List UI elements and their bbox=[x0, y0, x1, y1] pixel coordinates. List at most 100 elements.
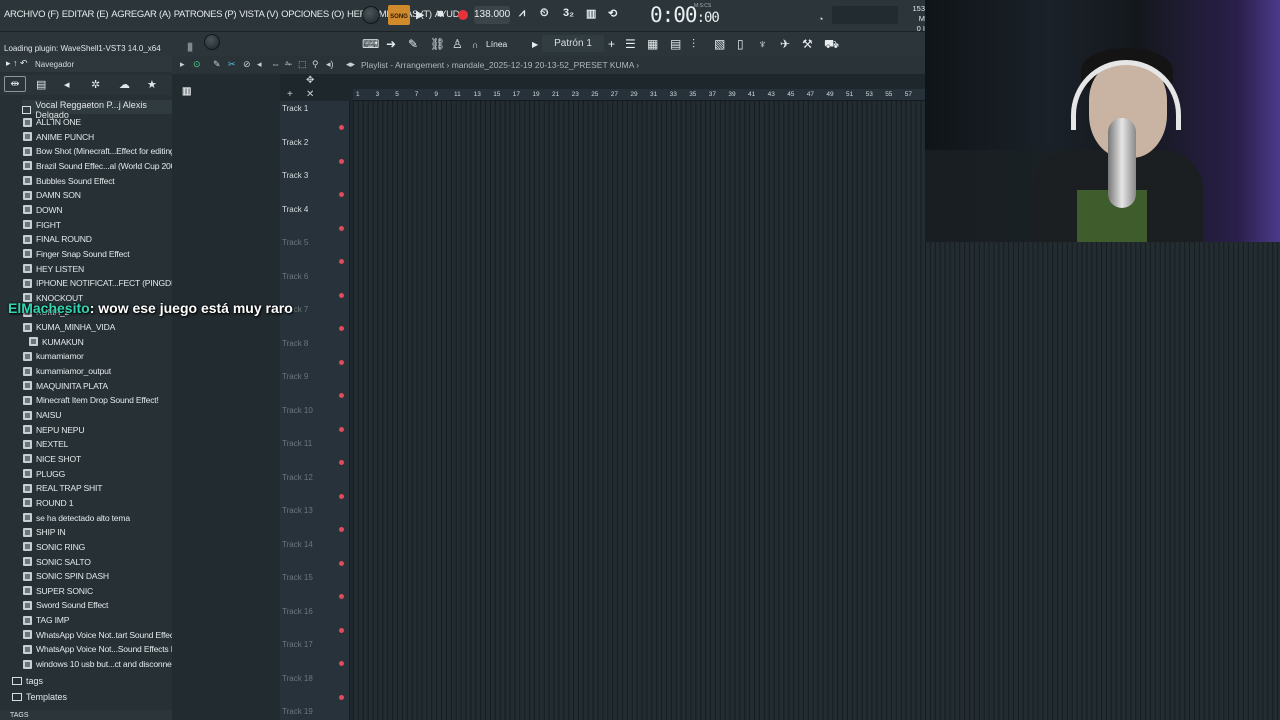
track-header[interactable]: Track 11 bbox=[282, 436, 348, 469]
select-tool-icon[interactable]: ⬚ bbox=[298, 59, 307, 70]
browser-file-item[interactable]: kumamiamor bbox=[23, 349, 84, 363]
mute-tool-icon[interactable]: ◂ bbox=[257, 59, 262, 70]
browser-file-item[interactable]: WhatsApp Voice Not..tart Sound Effect bbox=[23, 628, 176, 642]
zoom-tool-icon[interactable]: ⚲ bbox=[312, 59, 319, 70]
track-mute-dot[interactable] bbox=[339, 259, 344, 264]
browser-folder-tags[interactable]: tags bbox=[12, 676, 43, 686]
track-header[interactable]: Track 2 bbox=[282, 135, 348, 168]
browser-file-item[interactable]: TAG IMP bbox=[23, 613, 69, 627]
track-mute-dot[interactable] bbox=[339, 225, 344, 231]
menu-item[interactable]: VISTA (V) bbox=[239, 9, 278, 20]
link-icon[interactable]: ⛓ bbox=[430, 37, 445, 51]
browser-file-item[interactable]: SONIC SPIN DASH bbox=[23, 569, 109, 583]
browser-file-item[interactable]: IPHONE NOTIFICAT...FECT (PINGDING) bbox=[23, 276, 189, 290]
browser-file-item[interactable]: SUPER SONIC bbox=[23, 584, 93, 598]
track-header[interactable]: Track 15 bbox=[282, 570, 348, 603]
browser-file-item[interactable]: Bubbles Sound Effect bbox=[23, 174, 115, 188]
browser-file-item[interactable]: PLUGG bbox=[23, 467, 65, 481]
browser-file-item[interactable]: kumamiamor_output bbox=[23, 364, 111, 378]
slip-tool-icon[interactable]: ⇔ bbox=[271, 59, 280, 69]
snap-selector[interactable]: Línea bbox=[486, 39, 507, 49]
browser-favorites-icon[interactable]: ★ bbox=[147, 78, 157, 91]
tempo-display[interactable]: 138.000 bbox=[474, 6, 510, 24]
playlist-grid-extension[interactable] bbox=[925, 242, 1280, 720]
track-header[interactable]: Track 19 bbox=[282, 704, 348, 720]
project-icon[interactable]: ▯ bbox=[737, 37, 744, 51]
mixer-icon[interactable]: ⫶ bbox=[692, 37, 695, 52]
browser-cloud-icon[interactable]: ☁ bbox=[119, 78, 130, 91]
menu-item[interactable]: EDITAR (E) bbox=[62, 9, 109, 20]
browser-file-item[interactable]: KUMAKUN bbox=[29, 335, 84, 349]
playlist-arrow-icon[interactable]: ◂▸ bbox=[346, 59, 355, 70]
playlist-icon[interactable]: ☰ bbox=[625, 37, 636, 51]
magnet-icon[interactable]: ∩ bbox=[472, 40, 478, 50]
track-header[interactable]: Track 1 bbox=[282, 101, 348, 134]
stamp-icon[interactable]: ♙ bbox=[452, 37, 463, 51]
browser-file-item[interactable]: MAQUINITA PLATA bbox=[23, 379, 108, 393]
add-pattern-icon[interactable]: + bbox=[608, 37, 615, 51]
track-header[interactable]: Track 6 bbox=[282, 269, 348, 302]
browser-file-item[interactable]: SONIC RING bbox=[23, 540, 85, 554]
track-header[interactable]: Track 17 bbox=[282, 637, 348, 670]
playlist-grid[interactable] bbox=[353, 101, 925, 720]
browser-file-item[interactable]: ANIME PUNCH bbox=[23, 130, 94, 144]
track-mute-dot[interactable] bbox=[339, 527, 344, 532]
browser-files-icon[interactable]: ▤ bbox=[36, 78, 46, 91]
browser-file-item[interactable]: NEXTEL bbox=[23, 437, 68, 451]
browser-file-item[interactable]: Sword Sound Effect bbox=[23, 598, 108, 612]
browser-file-item[interactable]: FINAL ROUND bbox=[23, 232, 92, 246]
track-mute-dot[interactable] bbox=[339, 493, 344, 499]
track-header[interactable]: Track 18 bbox=[282, 671, 348, 704]
paint-tool-icon[interactable]: ✂ bbox=[228, 59, 236, 70]
browser-file-item[interactable]: Finger Snap Sound Effect bbox=[23, 247, 130, 261]
browser-file-item[interactable]: Bow Shot (Minecraft...Effect for editing bbox=[23, 144, 175, 158]
playlist-snap-icon[interactable]: ⊙ bbox=[193, 59, 201, 70]
menu-item[interactable]: OPCIONES (O) bbox=[281, 9, 344, 20]
menu-item[interactable]: ARCHIVO (F) bbox=[4, 9, 59, 20]
track-mute-dot[interactable] bbox=[339, 627, 344, 633]
record-button[interactable] bbox=[458, 10, 468, 20]
master-volume-knob[interactable] bbox=[362, 6, 380, 24]
pencil-icon[interactable]: ✎ bbox=[408, 37, 418, 51]
step-edit-icon[interactable]: ▥ bbox=[586, 7, 596, 20]
browser-file-item[interactable]: WhatsApp Voice Not...Sound Effects HD bbox=[23, 642, 183, 656]
plugin-icon[interactable]: ♆ bbox=[758, 37, 767, 51]
close-icon[interactable]: ✕ bbox=[306, 89, 314, 100]
track-mute-dot[interactable] bbox=[339, 359, 344, 365]
track-mute-dot[interactable] bbox=[339, 158, 344, 164]
track-header[interactable]: Track 14 bbox=[282, 537, 348, 570]
cart-icon[interactable]: ⛟ bbox=[824, 37, 839, 53]
piano-roll-icon[interactable]: ▦ bbox=[647, 37, 658, 51]
track-mute-dot[interactable] bbox=[339, 426, 344, 432]
playlist-menu-icon[interactable]: ▸ bbox=[180, 59, 185, 70]
track-mute-dot[interactable] bbox=[339, 694, 344, 700]
browser-file-item[interactable]: windows 10 usb but...ct and disconnect bbox=[23, 657, 178, 671]
tools-icon[interactable]: ⚒ bbox=[802, 37, 813, 51]
pattern-selector[interactable]: Patrón 1 bbox=[542, 35, 604, 52]
browser-file-item[interactable]: Minecraft Item Drop Sound Effect! bbox=[23, 393, 159, 407]
track-mute-dot[interactable] bbox=[339, 661, 344, 666]
delete-tool-icon[interactable]: ⊘ bbox=[243, 59, 251, 70]
track-mute-dot[interactable] bbox=[339, 560, 344, 566]
add-track-icon[interactable]: + bbox=[287, 89, 293, 100]
track-mute-dot[interactable] bbox=[339, 292, 344, 298]
browser-plugins-icon[interactable]: ✲ bbox=[91, 78, 100, 91]
menu-item[interactable]: AGREGAR (A) bbox=[111, 9, 171, 20]
track-header[interactable]: Track 12 bbox=[282, 470, 348, 503]
track-mute-dot[interactable] bbox=[339, 125, 344, 130]
keyboard-icon[interactable]: ⌨ bbox=[362, 37, 379, 51]
track-header[interactable]: Track 16 bbox=[282, 604, 348, 637]
countdown-icon[interactable]: 3₂ bbox=[563, 7, 574, 19]
browser-file-item[interactable]: DOWN bbox=[23, 203, 63, 217]
track-mute-dot[interactable] bbox=[339, 192, 344, 197]
render-icon[interactable]: ✈ bbox=[780, 37, 790, 51]
timeline-ruler[interactable]: 1 3 5 7 9 11 13 15 17 19 21 23 25 27 29 31 33 35 37 39 41 43 4… bbox=[353, 89, 925, 101]
channel-rack-icon[interactable]: ▤ bbox=[670, 37, 681, 51]
browser-file-item[interactable]: Brazil Sound Effec...al (World Cup 2002) bbox=[23, 159, 183, 173]
browser-arrows-icon[interactable]: ▸ ↑ ↶ bbox=[6, 58, 28, 69]
menu-item[interactable]: PATRONES (P) bbox=[174, 9, 237, 20]
browser-file-item[interactable]: SONIC SALTO bbox=[23, 555, 91, 569]
play-icon[interactable]: ▶ bbox=[416, 8, 424, 21]
move-icon[interactable]: ✥ bbox=[306, 75, 314, 86]
browser-file-item[interactable]: HEY LISTEN bbox=[23, 262, 84, 276]
